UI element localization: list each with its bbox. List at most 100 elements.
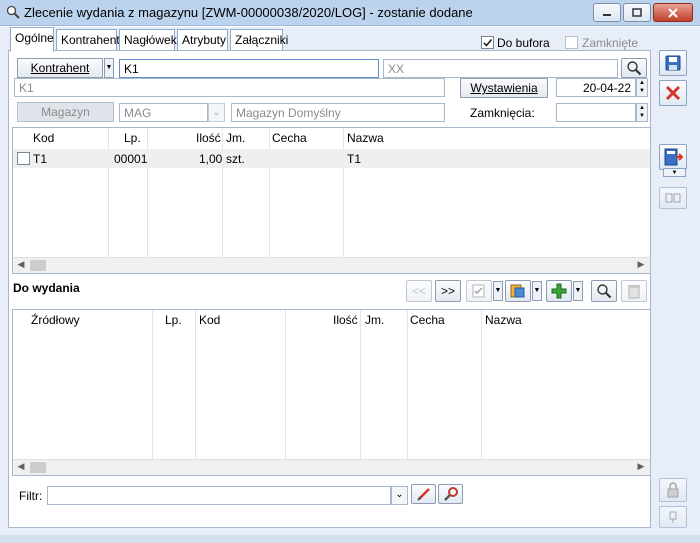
do-wydania-label: Do wydania: [13, 281, 80, 295]
tab-ogolne[interactable]: Ogólne: [10, 27, 54, 52]
row-lp: 00001: [114, 152, 148, 166]
plus-icon: [551, 283, 567, 299]
trash-icon: [628, 285, 640, 299]
tab-kontrahent[interactable]: Kontrahent: [56, 29, 120, 51]
pin-icon: [669, 511, 677, 523]
lock-icon: [667, 482, 679, 498]
title-bar: Zlecenie wydania z magazynu [ZWM-0000003…: [0, 0, 700, 26]
next-button[interactable]: >>: [435, 280, 461, 302]
magazyn-code-field[interactable]: MAG: [119, 103, 208, 122]
search-icon: [6, 5, 20, 19]
column-header-nazwa[interactable]: Nazwa: [485, 310, 522, 329]
zamkniecia-label: Zamknięcia:: [470, 106, 535, 120]
search-button[interactable]: [591, 280, 617, 302]
kontrahent-button-label: Kontrahent: [30, 61, 90, 75]
search-kontrahent-button[interactable]: [621, 58, 647, 78]
tab-zalaczniki[interactable]: Załączniki: [230, 29, 288, 51]
do-bufora-checkbox[interactable]: [481, 36, 494, 49]
maximize-button[interactable]: [623, 3, 651, 22]
document-button[interactable]: [505, 280, 531, 302]
filter-dropdown-arrow[interactable]: ⌄: [391, 486, 408, 505]
add-dropdown[interactable]: ▼: [573, 281, 583, 301]
status-bar: [0, 535, 700, 543]
wystawienia-date-spinner[interactable]: ▲ ▼: [636, 78, 648, 97]
row-nazwa: T1: [347, 152, 362, 166]
filter-builder-button[interactable]: [438, 484, 463, 504]
close-button[interactable]: [653, 3, 693, 22]
magazyn-button[interactable]: Magazyn: [17, 102, 114, 122]
row-ilosc: 1,00: [199, 152, 223, 166]
tab-atrybuty[interactable]: Atrybuty: [177, 29, 228, 51]
column-header-cecha[interactable]: Cecha: [272, 128, 307, 147]
calculator-dropdown[interactable]: ▼: [663, 168, 686, 177]
filter-wrench-icon: [443, 487, 458, 501]
row-jm: szt.: [226, 152, 245, 166]
split-button[interactable]: [659, 187, 687, 209]
zamkniecia-date-spinner[interactable]: ▲ ▼: [636, 103, 648, 122]
kontrahent-button[interactable]: Kontrahent: [17, 58, 103, 78]
scroll-thumb[interactable]: [30, 462, 46, 473]
scroll-thumb[interactable]: [30, 260, 46, 271]
magazyn-name-field[interactable]: Magazyn Domyślny: [231, 103, 445, 122]
delete-button[interactable]: [621, 280, 647, 302]
floppy-disk-icon: [665, 55, 681, 71]
document-icon: [510, 284, 525, 298]
add-button[interactable]: [546, 280, 572, 302]
cancel-button[interactable]: [659, 80, 687, 106]
do-bufora-label: Do bufora: [497, 36, 550, 50]
zamkniete-label: Zamknięte: [582, 36, 639, 50]
kontrahent-dropdown-arrow[interactable]: ▼: [104, 58, 114, 78]
funnel-clear-icon: [416, 488, 430, 501]
kontrahent-address-field[interactable]: K1: [14, 78, 445, 97]
source-table: Źródłowy Lp. Kod Ilość Jm. Cecha Nazwa ◀…: [12, 309, 651, 476]
calculator-export-icon: [664, 148, 683, 166]
tab-naglowek[interactable]: Nagłówek: [119, 29, 177, 51]
source-horizontal-scrollbar[interactable]: ◀ ▶: [13, 459, 650, 475]
previous-button[interactable]: <<: [406, 280, 432, 302]
table-row[interactable]: T1 00001 1,00 szt. T1: [13, 149, 650, 168]
column-header-nazwa[interactable]: Nazwa: [347, 128, 384, 147]
pin-button[interactable]: [659, 506, 687, 528]
save-button[interactable]: [659, 50, 687, 76]
minimize-icon: [603, 13, 611, 16]
zamkniete-checkbox[interactable]: [565, 36, 578, 49]
column-header-jm[interactable]: Jm.: [226, 128, 245, 147]
column-header-jm[interactable]: Jm.: [365, 310, 384, 329]
magnifier-icon: [597, 284, 612, 299]
checkmark-icon: [483, 38, 493, 47]
zamkniecia-date-field[interactable]: [556, 103, 636, 122]
items-horizontal-scrollbar[interactable]: ◀ ▶: [13, 257, 650, 273]
edit-checked-dropdown[interactable]: ▼: [493, 281, 503, 301]
edit-checked-button[interactable]: [466, 280, 492, 302]
minimize-button[interactable]: [593, 3, 621, 22]
scroll-right-icon[interactable]: ▶: [633, 259, 649, 273]
column-header-lp[interactable]: Lp.: [165, 310, 182, 329]
previous-label: <<: [411, 284, 426, 298]
column-header-kod[interactable]: Kod: [199, 310, 220, 329]
column-header-kod[interactable]: Kod: [33, 128, 54, 147]
magazyn-dropdown-arrow[interactable]: ⌄: [208, 103, 225, 122]
wystawienia-date-field[interactable]: 20-04-22: [556, 78, 636, 97]
scroll-right-icon[interactable]: ▶: [633, 461, 649, 475]
lock-button[interactable]: [659, 478, 687, 502]
maximize-icon: [632, 7, 642, 17]
kontrahent-name-field[interactable]: XX: [383, 59, 618, 78]
row-checkbox[interactable]: [17, 152, 30, 165]
column-header-zrodlowy[interactable]: Źródłowy: [31, 310, 80, 329]
wystawienia-button[interactable]: Wystawienia: [460, 78, 548, 98]
red-x-icon: [665, 85, 681, 101]
column-header-cecha[interactable]: Cecha: [410, 310, 445, 329]
column-header-ilosc[interactable]: Ilość: [196, 128, 221, 147]
document-dropdown[interactable]: ▼: [532, 281, 542, 301]
calculator-button[interactable]: [659, 144, 687, 170]
scroll-left-icon[interactable]: ◀: [13, 259, 29, 273]
column-header-ilosc[interactable]: Ilość: [333, 310, 358, 329]
column-header-lp[interactable]: Lp.: [124, 128, 141, 147]
close-icon: [668, 7, 678, 18]
filter-input[interactable]: [47, 486, 391, 505]
kontrahent-code-field[interactable]: K1: [119, 59, 379, 78]
next-label: >>: [440, 284, 455, 298]
window-title: Zlecenie wydania z magazynu [ZWM-0000003…: [24, 5, 473, 20]
clear-filter-button[interactable]: [411, 484, 436, 504]
scroll-left-icon[interactable]: ◀: [13, 461, 29, 475]
